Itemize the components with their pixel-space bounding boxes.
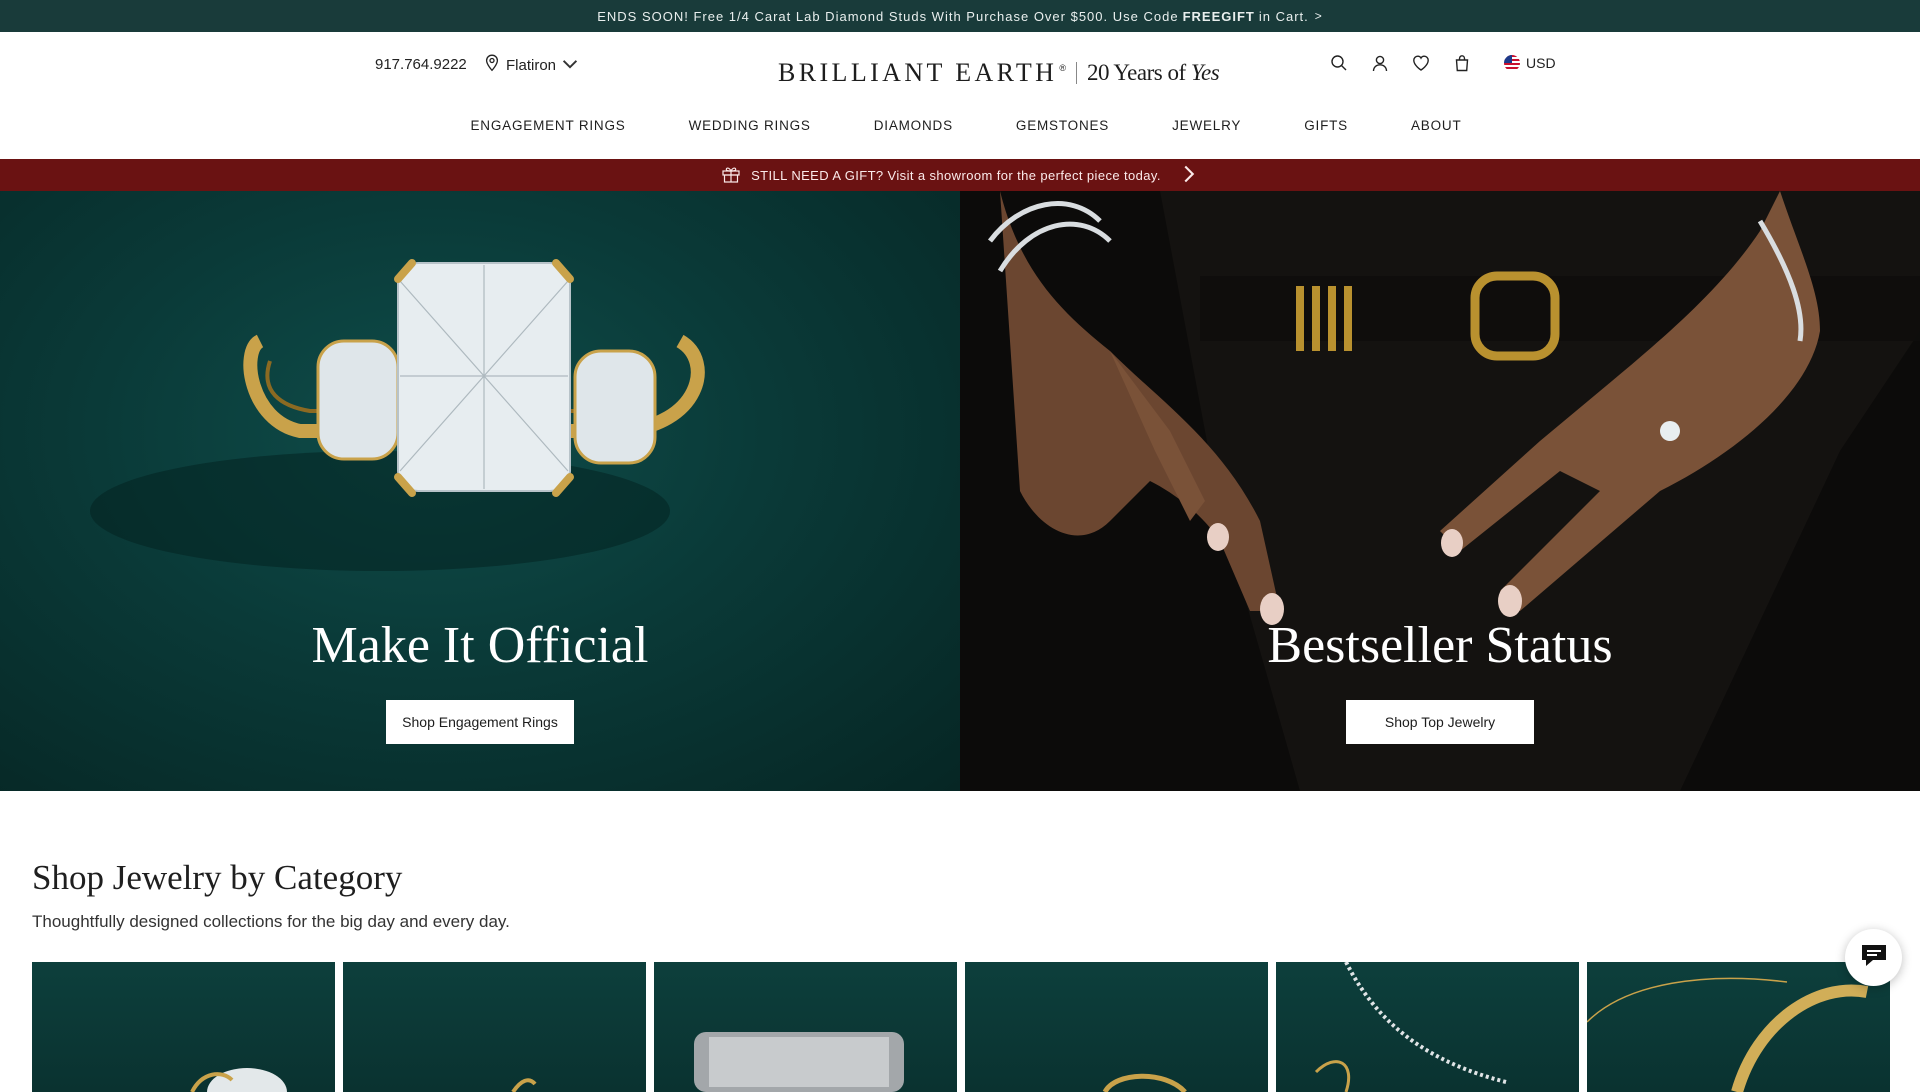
hero-engagement[interactable]: Make It Official Shop Engagement Rings	[0, 191, 960, 791]
nav-about[interactable]: ABOUT	[1399, 118, 1462, 133]
chevron-right-icon	[1179, 165, 1199, 186]
nav-engagement-rings[interactable]: ENGAGEMENT RINGS	[459, 118, 626, 133]
chat-button[interactable]	[1845, 929, 1902, 986]
brand-logo[interactable]: BRILLIANT EARTH ® 20 Years of Yes	[778, 58, 1220, 88]
location-pin-icon	[484, 54, 500, 76]
nav-jewelry[interactable]: JEWELRY	[1160, 118, 1241, 133]
hero-bestseller[interactable]: Bestseller Status Shop Top Jewelry	[960, 191, 1920, 791]
nav-diamonds[interactable]: DIAMONDS	[862, 118, 953, 133]
logo-divider	[1075, 62, 1077, 84]
chevron-down-icon	[562, 55, 578, 76]
gift-icon	[721, 165, 741, 186]
currency-label: USD	[1526, 55, 1556, 71]
promo-text: ENDS SOON! Free 1/4 Carat Lab Diamond St…	[597, 8, 1179, 24]
bag-icon[interactable]	[1451, 52, 1473, 74]
category-section-subtitle: Thoughtfully designed collections for th…	[32, 912, 510, 931]
category-tile-mens[interactable]	[654, 962, 957, 1092]
wedding-ring-thumb	[511, 1078, 537, 1092]
account-icon[interactable]	[1369, 52, 1391, 74]
promo-text-end: in Cart.	[1258, 8, 1309, 24]
store-name: Flatiron	[506, 56, 557, 74]
shop-engagement-rings-button[interactable]: Shop Engagement Rings	[386, 700, 574, 744]
engagement-ring-thumb	[190, 1068, 287, 1092]
phone-link[interactable]: 917.764.9222	[375, 56, 467, 73]
category-tile-engagement[interactable]	[32, 962, 335, 1092]
search-icon[interactable]	[1328, 52, 1350, 74]
category-tile-necklaces[interactable]	[1276, 962, 1579, 1092]
wishlist-icon[interactable]	[1410, 52, 1432, 74]
nav-gemstones[interactable]: GEMSTONES	[1004, 118, 1109, 133]
showroom-announcement[interactable]: STILL NEED A GIFT? Visit a showroom for …	[0, 159, 1920, 191]
header-utilities: USD	[1328, 52, 1556, 74]
logo-tag-word: Yes	[1190, 60, 1220, 85]
fashion-ring-thumb	[1102, 1073, 1187, 1092]
bracelet-thumb	[1587, 977, 1869, 1092]
necklace-thumb	[1314, 962, 1507, 1092]
hero-left-title: Make It Official	[311, 617, 649, 674]
store-selector[interactable]: Flatiron	[484, 54, 578, 76]
logo-tag-prefix: 20 Years of	[1086, 60, 1186, 85]
category-section-title: Shop Jewelry by Category	[32, 858, 403, 897]
main-nav: ENGAGEMENT RINGS WEDDING RINGS DIAMONDS …	[0, 118, 1920, 133]
promo-banner[interactable]: ENDS SOON! Free 1/4 Carat Lab Diamond St…	[0, 0, 1920, 32]
logo-brand: BRILLIANT EARTH	[778, 58, 1058, 87]
logo-tagline: 20 Years of Yes	[1086, 60, 1220, 86]
announcement-text: STILL NEED A GIFT? Visit a showroom for …	[751, 167, 1161, 183]
nav-gifts[interactable]: GIFTS	[1292, 118, 1348, 133]
category-tile-rings[interactable]	[965, 962, 1268, 1092]
hero-right-title: Bestseller Status	[1267, 617, 1613, 674]
shop-top-jewelry-button[interactable]: Shop Top Jewelry	[1346, 700, 1534, 744]
category-tiles	[32, 962, 1890, 1092]
mens-ring-thumb	[694, 1032, 904, 1092]
currency-selector[interactable]: USD	[1504, 55, 1556, 71]
category-tile-wedding[interactable]	[343, 962, 646, 1092]
chat-bubble-icon	[1858, 941, 1890, 974]
us-flag-icon	[1504, 55, 1520, 71]
category-tile-bracelets[interactable]	[1587, 962, 1890, 1092]
logo-reg: ®	[1059, 63, 1066, 73]
promo-chevron-icon: >	[1314, 9, 1323, 23]
nav-wedding-rings[interactable]: WEDDING RINGS	[677, 118, 811, 133]
site-header: 917.764.9222 Flatiron BRILLIANT EARTH ® …	[0, 32, 1920, 159]
promo-code: FREEGIFT	[1182, 8, 1255, 24]
